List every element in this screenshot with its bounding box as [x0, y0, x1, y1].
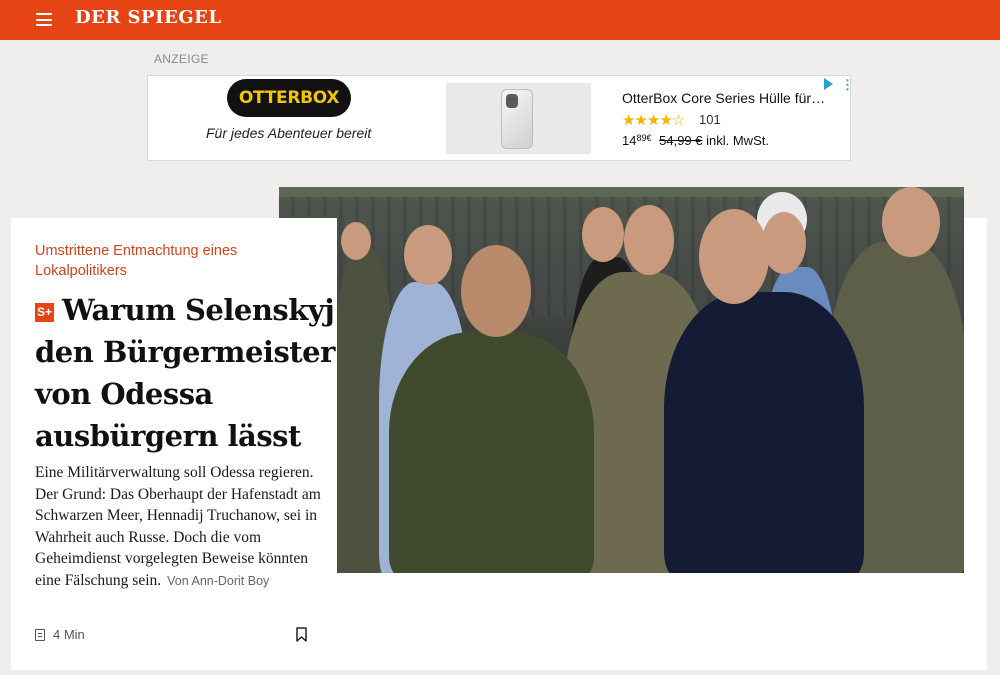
photo-head: [341, 222, 371, 260]
article-byline: Von Ann-Dorit Boy: [167, 573, 270, 588]
photo-head: [699, 209, 769, 304]
hamburger-menu-icon[interactable]: [36, 13, 52, 26]
article-text-panel[interactable]: Umstrittene Entmachtung eines Lokalpolit…: [11, 218, 337, 670]
photo-head: [404, 225, 452, 285]
top-navigation-bar: DER SPIEGEL: [0, 0, 1000, 40]
adchoices-icon[interactable]: [824, 78, 833, 90]
photo-person-navy-polo: [664, 292, 864, 573]
article-teaser-text: Eine Militärverwaltung soll Odessa regie…: [35, 464, 321, 589]
photo-person-green-shirt: [389, 332, 594, 573]
ad-price-old: 54,99 €: [659, 133, 703, 148]
article-headline-text[interactable]: Warum Selenskyj den Bürgermeister von Od…: [35, 293, 335, 453]
ad-price-cents: 89€: [636, 133, 652, 143]
bookmark-icon[interactable]: [296, 627, 307, 642]
article-photo[interactable]: [279, 187, 964, 573]
spiegel-plus-badge: S+: [35, 303, 54, 322]
star-rating-icon: ★★★★☆: [622, 112, 685, 129]
ad-price-main: 14: [622, 133, 637, 148]
otterbox-logo[interactable]: OTTERBOX: [227, 79, 351, 117]
ad-price-suffix: inkl. MwSt.: [706, 133, 769, 148]
article-headline[interactable]: S+ Warum Selenskyj den Bürgermeister von …: [35, 289, 335, 457]
article-kicker[interactable]: Umstrittene Entmachtung eines Lokalpolit…: [35, 241, 315, 281]
ad-rating-count: 101: [699, 112, 721, 127]
photo-head: [582, 207, 624, 262]
ad-product-title[interactable]: OtterBox Core Series Hülle für…: [622, 90, 825, 106]
photo-head: [461, 245, 531, 337]
spiegel-logo[interactable]: DER SPIEGEL: [75, 7, 221, 28]
read-time-label: 4 Min: [53, 627, 85, 642]
phone-case-icon: [501, 89, 533, 149]
document-icon: [35, 628, 45, 641]
read-time: 4 Min: [35, 627, 85, 642]
ad-price: 1489€ 54,99 € inkl. MwSt.: [622, 133, 769, 148]
ad-tagline: Für jedes Abenteuer bereit: [206, 125, 372, 141]
ad-banner[interactable]: OTTERBOX Für jedes Abenteuer bereit Otte…: [147, 75, 854, 161]
photo-head: [624, 205, 674, 275]
article-teaser[interactable]: Eine Militärverwaltung soll Odessa regie…: [35, 462, 325, 592]
more-vertical-icon[interactable]: ⋮: [841, 77, 854, 93]
photo-head: [762, 212, 806, 274]
photo-head: [882, 187, 940, 257]
ad-product-image[interactable]: [446, 83, 591, 154]
ad-label: ANZEIGE: [154, 52, 209, 66]
